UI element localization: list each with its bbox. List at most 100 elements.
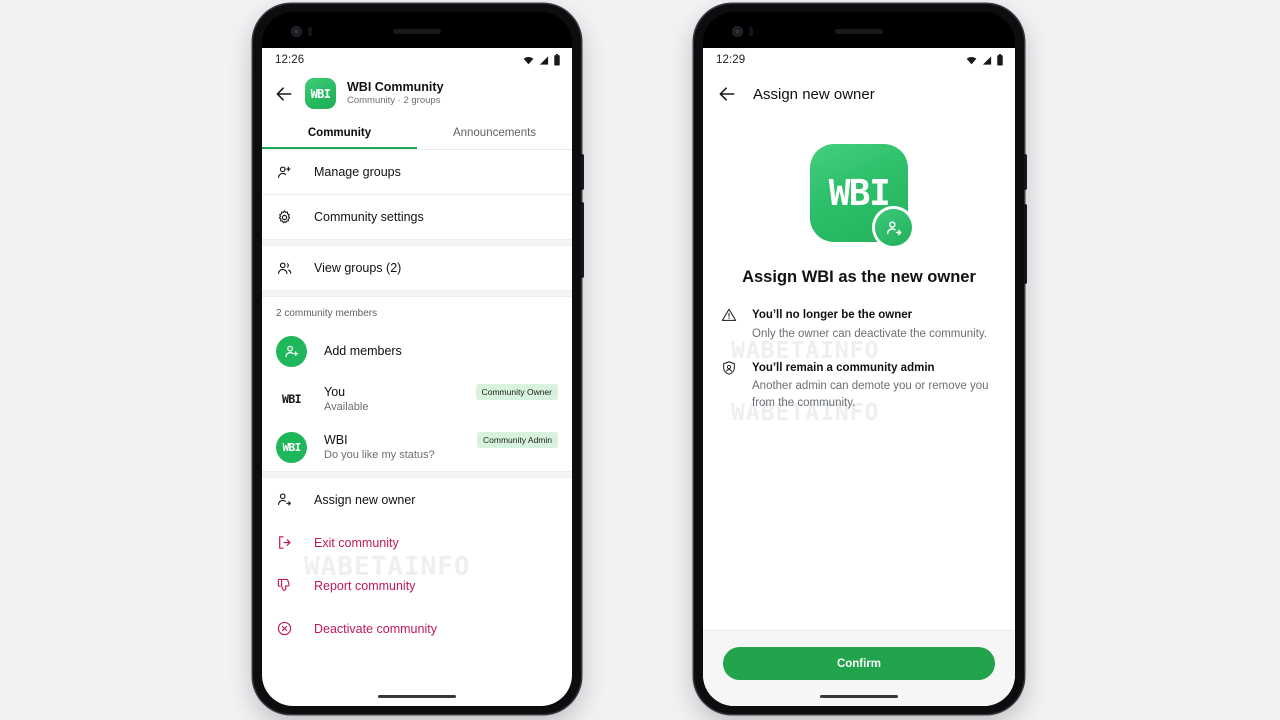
admin-shield-icon bbox=[721, 358, 739, 411]
confirm-button[interactable]: Confirm bbox=[723, 647, 995, 680]
tab-active-underline bbox=[262, 147, 417, 149]
thumbs-down-icon bbox=[276, 577, 298, 594]
avatar: WBI bbox=[276, 431, 307, 463]
row-label: Community settings bbox=[314, 210, 424, 224]
signal-icon bbox=[539, 55, 549, 65]
earpiece-speaker bbox=[835, 29, 883, 34]
left-nav-area bbox=[262, 684, 572, 706]
row-label: Exit community bbox=[314, 535, 399, 550]
bullet-no-longer-owner: You’ll no longer be the owner Only the o… bbox=[721, 305, 993, 342]
left-phone-power-button[interactable] bbox=[581, 154, 584, 190]
bullet-body: Another admin can demote you or remove y… bbox=[752, 380, 989, 409]
bullet-text: You’ll no longer be the owner Only the o… bbox=[752, 305, 987, 342]
left-phone-device: 12:26 WBI WBI Community Community · 2 gr… bbox=[253, 4, 584, 714]
status-icon-group bbox=[965, 54, 1004, 66]
community-appbar-text: WBI Community Community · 2 groups bbox=[347, 80, 444, 106]
right-phone-volume-button[interactable] bbox=[1024, 204, 1027, 284]
right-phone-screen-shell: 12:29 Assign new owner WBI Assign WBI as… bbox=[703, 12, 1015, 706]
member-name: WBI bbox=[324, 433, 348, 447]
proximity-sensor-icon bbox=[308, 27, 312, 36]
row-exit-community[interactable]: Exit community bbox=[262, 521, 572, 564]
tab-community[interactable]: Community bbox=[262, 118, 417, 149]
section-gap-3 bbox=[262, 471, 572, 478]
row-view-groups[interactable]: View groups (2) bbox=[262, 246, 572, 290]
wifi-icon bbox=[966, 56, 977, 64]
bullet-remain-admin: You’ll remain a community admin Another … bbox=[721, 358, 993, 411]
right-phone-power-button[interactable] bbox=[1024, 154, 1027, 190]
status-badge: Community Owner bbox=[475, 384, 558, 400]
row-label: Report community bbox=[314, 578, 416, 593]
back-arrow-icon[interactable] bbox=[274, 84, 294, 104]
status-badge: Community Admin bbox=[477, 432, 558, 448]
view-groups-icon bbox=[276, 260, 298, 277]
row-add-members[interactable]: Add members bbox=[262, 327, 572, 375]
member-row-wbi[interactable]: WBI WBI Do you like my status? Community… bbox=[262, 423, 572, 471]
bottom-actions-list: Assign new owner Exit community Report c… bbox=[262, 478, 572, 650]
signal-icon bbox=[982, 55, 992, 65]
member-status: Available bbox=[324, 401, 369, 413]
primary-actions-list: Manage groups Community settings bbox=[262, 150, 572, 239]
community-avatar[interactable]: WBI bbox=[305, 78, 336, 109]
right-status-bar: 12:29 bbox=[703, 48, 1015, 72]
assign-owner-icon bbox=[875, 209, 912, 246]
left-status-bar: 12:26 bbox=[262, 48, 572, 72]
battery-icon bbox=[554, 54, 560, 66]
community-logo: WBI bbox=[810, 144, 912, 246]
left-phone-top-bezel bbox=[262, 12, 572, 48]
right-phone-top-bezel bbox=[703, 12, 1015, 48]
members-section-label: 2 community members bbox=[262, 297, 572, 327]
bullet-text: You’ll remain a community admin Another … bbox=[752, 358, 993, 411]
tab-announcements[interactable]: Announcements bbox=[417, 118, 572, 149]
proximity-sensor-icon bbox=[749, 27, 753, 36]
row-report-community[interactable]: Report community bbox=[262, 564, 572, 607]
member-name: You bbox=[324, 385, 346, 399]
member-info: WBI Do you like my status? bbox=[324, 433, 477, 461]
back-arrow-icon[interactable] bbox=[717, 84, 737, 104]
page-subtitle: Community · 2 groups bbox=[347, 94, 441, 106]
section-gap-2 bbox=[262, 290, 572, 297]
left-phone-screen: 12:26 WBI WBI Community Community · 2 gr… bbox=[262, 48, 572, 706]
left-phone-volume-button[interactable] bbox=[581, 202, 584, 278]
bullet-heading: You’ll no longer be the owner bbox=[752, 309, 913, 321]
bullet-heading: You’ll remain a community admin bbox=[752, 361, 935, 374]
avatar-label: WBI bbox=[282, 440, 301, 454]
exit-icon bbox=[276, 534, 298, 551]
bullet-list: You’ll no longer be the owner Only the o… bbox=[703, 287, 1015, 412]
avatar-label: WBI bbox=[310, 86, 331, 101]
member-row-you[interactable]: WBI You Available Community Owner bbox=[262, 375, 572, 423]
row-manage-groups[interactable]: Manage groups bbox=[262, 150, 572, 194]
assign-owner-hero: WBI Assign WBI as the new owner bbox=[703, 118, 1015, 287]
gear-icon bbox=[276, 209, 298, 226]
status-icon-group bbox=[522, 54, 561, 66]
assign-owner-icon bbox=[276, 491, 298, 508]
confirm-footer: Confirm bbox=[703, 630, 1015, 706]
row-deactivate-community[interactable]: Deactivate community bbox=[262, 607, 572, 650]
page-title: WBI Community bbox=[347, 80, 444, 95]
add-member-icon bbox=[276, 335, 307, 367]
avatar: WBI bbox=[276, 384, 307, 415]
front-camera-icon bbox=[291, 26, 302, 37]
section-gap bbox=[262, 239, 572, 246]
row-community-settings[interactable]: Community settings bbox=[262, 195, 572, 239]
row-label: Assign new owner bbox=[314, 492, 416, 507]
logo-label: WBI bbox=[828, 172, 891, 214]
right-phone-screen: 12:29 Assign new owner WBI Assign WBI as… bbox=[703, 48, 1015, 706]
home-indicator[interactable] bbox=[378, 694, 456, 698]
manage-groups-icon bbox=[276, 164, 298, 181]
wifi-icon bbox=[523, 56, 534, 64]
status-time: 12:29 bbox=[716, 54, 746, 66]
battery-icon bbox=[997, 54, 1003, 66]
right-phone-device: 12:29 Assign new owner WBI Assign WBI as… bbox=[694, 4, 1027, 714]
deactivate-icon bbox=[276, 620, 298, 637]
tab-bar: Community Announcements bbox=[262, 118, 572, 149]
community-appbar: WBI WBI Community Community · 2 groups bbox=[262, 72, 572, 118]
page-title: Assign new owner bbox=[753, 85, 875, 103]
row-label: Add members bbox=[324, 344, 402, 358]
row-label: Deactivate community bbox=[314, 621, 437, 636]
bullet-body: Only the owner can deactivate the commun… bbox=[752, 327, 988, 340]
front-camera-icon bbox=[732, 26, 743, 37]
member-info: You Available bbox=[324, 385, 476, 413]
row-assign-new-owner[interactable]: Assign new owner bbox=[262, 478, 572, 521]
hero-title: Assign WBI as the new owner bbox=[742, 268, 976, 286]
home-indicator[interactable] bbox=[820, 694, 898, 698]
